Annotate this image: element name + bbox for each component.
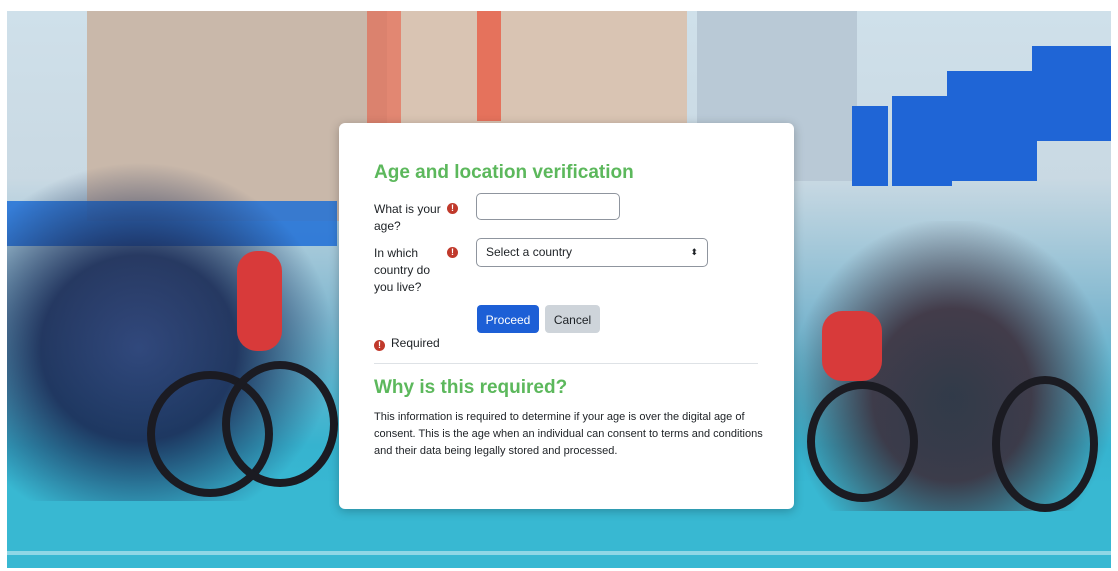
background-flag (947, 71, 1037, 181)
background-flag (1032, 46, 1111, 141)
age-input[interactable] (476, 193, 620, 220)
age-verification-modal: Age and location verification What is yo… (339, 123, 794, 509)
cancel-button[interactable]: Cancel (545, 305, 600, 333)
background-bike-wheel (807, 381, 918, 502)
background-flag (892, 96, 952, 186)
background-floor-line (7, 551, 1111, 555)
proceed-button[interactable]: Proceed (477, 305, 539, 333)
background-bike-wheel (992, 376, 1098, 512)
country-select[interactable]: Select a country ⬍ (476, 238, 708, 267)
divider (374, 363, 758, 364)
background-bike-wheel (222, 361, 338, 487)
modal-title: Age and location verification (374, 162, 634, 183)
age-label: What is your age? (374, 202, 441, 233)
background-crane (477, 11, 501, 121)
country-label: In which country do you live? (374, 246, 431, 294)
background-athlete (822, 311, 882, 381)
background-flag (852, 106, 888, 186)
background-athlete (237, 251, 282, 351)
required-legend: ! Required (374, 336, 440, 351)
why-required-title: Why is this required? (374, 377, 568, 398)
required-icon: ! (447, 247, 458, 258)
select-arrows-icon: ⬍ (690, 247, 698, 257)
required-icon: ! (447, 203, 458, 214)
country-select-value: Select a country (486, 245, 573, 259)
background-crane (367, 11, 401, 131)
required-legend-text: Required (391, 336, 440, 350)
required-icon: ! (374, 340, 385, 351)
why-required-text: This information is required to determin… (374, 411, 763, 457)
